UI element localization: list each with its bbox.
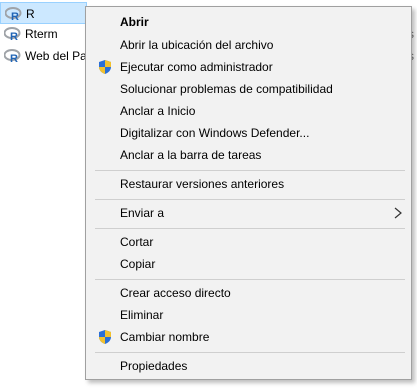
- r-logo-icon: R: [5, 7, 22, 21]
- menu-item-anclar-barra-tareas[interactable]: Anclar a la barra de tareas: [88, 144, 409, 166]
- menu-item-label: Digitalizar con Windows Defender...: [120, 126, 310, 140]
- menu-item-label: Solucionar problemas de compatibilidad: [120, 82, 333, 96]
- menu-item-label: Crear acceso directo: [120, 286, 231, 300]
- menu-item-eliminar[interactable]: Eliminar: [88, 304, 409, 326]
- menu-item-label: Cortar: [120, 235, 154, 249]
- svg-text:R: R: [10, 53, 18, 63]
- menu-item-cortar[interactable]: Cortar: [88, 231, 409, 253]
- menu-item-label: Enviar a: [120, 206, 165, 220]
- context-menu: Abrir Abrir la ubicación del archivo Eje…: [85, 6, 412, 380]
- menu-item-label: Anclar a la barra de tareas: [120, 148, 262, 162]
- menu-separator: [95, 199, 405, 200]
- uac-shield-icon: [99, 330, 111, 344]
- r-logo-icon: R: [4, 27, 21, 41]
- menu-item-label: Propiedades: [120, 359, 188, 373]
- menu-item-cambiar-nombre[interactable]: Cambiar nombre: [88, 326, 409, 348]
- menu-item-restaurar-versiones[interactable]: Restaurar versiones anteriores: [88, 173, 409, 195]
- menu-item-label: Copiar: [120, 257, 156, 271]
- menu-item-ejecutar-admin[interactable]: Ejecutar como administrador: [88, 56, 409, 78]
- menu-item-abrir-ubicacion[interactable]: Abrir la ubicación del archivo: [88, 34, 409, 56]
- menu-item-label: Abrir la ubicación del archivo: [120, 38, 274, 52]
- r-logo-icon: R: [4, 49, 21, 63]
- menu-separator: [95, 170, 405, 171]
- file-row-rterm[interactable]: R Rterm s: [0, 23, 414, 45]
- file-row-r[interactable]: R R: [0, 2, 87, 24]
- menu-item-solucionar-compatibilidad[interactable]: Solucionar problemas de compatibilidad: [88, 78, 409, 100]
- svg-text:R: R: [11, 11, 19, 21]
- menu-item-enviar-a[interactable]: Enviar a: [88, 202, 409, 224]
- menu-separator: [95, 352, 405, 353]
- menu-item-label: Eliminar: [120, 308, 164, 322]
- svg-text:R: R: [10, 31, 18, 41]
- chevron-right-icon: [394, 207, 402, 219]
- menu-item-label: Cambiar nombre: [120, 330, 210, 344]
- menu-item-copiar[interactable]: Copiar: [88, 253, 409, 275]
- uac-shield-icon: [99, 60, 111, 74]
- menu-item-label: Abrir: [120, 15, 149, 29]
- menu-item-propiedades[interactable]: Propiedades: [88, 355, 409, 377]
- file-name: R: [26, 7, 35, 21]
- menu-item-digitalizar-defender[interactable]: Digitalizar con Windows Defender...: [88, 122, 409, 144]
- menu-item-abrir[interactable]: Abrir: [88, 11, 409, 33]
- menu-item-label: Anclar a Inicio: [120, 104, 196, 118]
- menu-item-label: Ejecutar como administrador: [120, 60, 273, 74]
- file-name: Web del Pa: [25, 49, 87, 63]
- menu-item-crear-acceso-directo[interactable]: Crear acceso directo: [88, 282, 409, 304]
- menu-separator: [95, 279, 405, 280]
- file-row-web-del-pa[interactable]: R Web del Pa s: [0, 45, 414, 67]
- file-name: Rterm: [25, 27, 58, 41]
- menu-item-anclar-inicio[interactable]: Anclar a Inicio: [88, 100, 409, 122]
- menu-item-label: Restaurar versiones anteriores: [120, 177, 285, 191]
- menu-separator: [95, 228, 405, 229]
